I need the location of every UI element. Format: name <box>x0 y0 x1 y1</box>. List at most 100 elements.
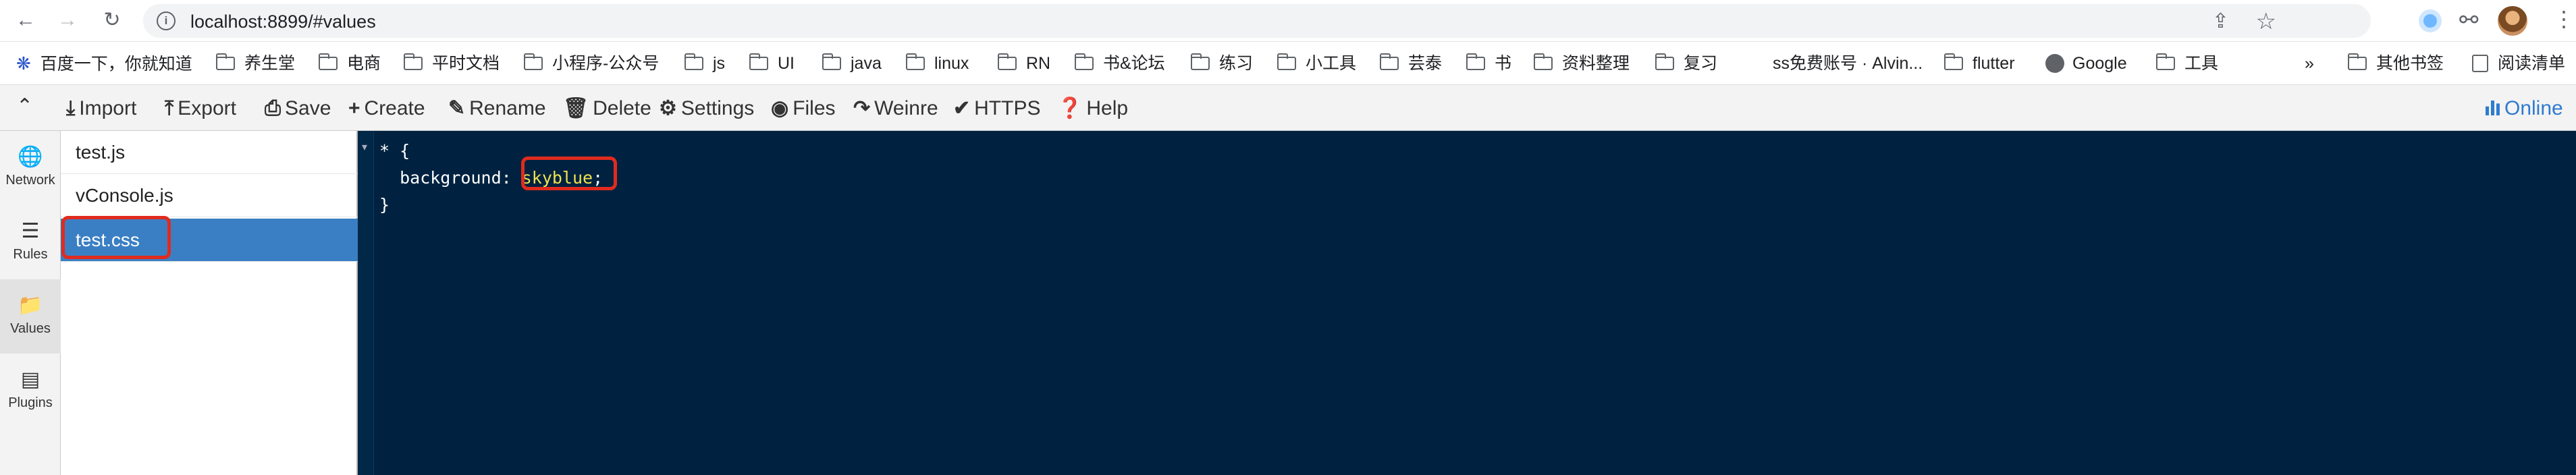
bookmark-star-icon[interactable]: ☆ <box>2256 8 2276 35</box>
bookmark-folder[interactable]: 芸泰 <box>1379 53 1442 74</box>
folder-icon <box>1655 53 1674 70</box>
settings-button[interactable]: ⚙ Settings <box>659 97 754 120</box>
folder-icon <box>822 53 841 70</box>
folder-icon <box>1466 53 1485 70</box>
share-icon[interactable]: ⇪ <box>2212 9 2229 33</box>
create-button[interactable]: + Create <box>348 97 425 120</box>
bookmark-folder[interactable]: 资料整理 <box>1533 53 1630 74</box>
folder-icon <box>1074 53 1094 70</box>
address-bar[interactable]: i localhost:8899/#values ⇪ ☆ <box>143 4 2371 38</box>
nav-item-rules[interactable]: ☰ Rules <box>0 205 61 279</box>
files-button[interactable]: ◉ Files <box>771 97 836 120</box>
folder-icon: 📁 <box>18 294 43 316</box>
list-icon: ☰ <box>21 220 40 242</box>
bookmark-folder[interactable]: 书&论坛 <box>1074 53 1165 74</box>
globe-icon <box>2045 54 2064 73</box>
fold-arrow-icon[interactable]: ▾ <box>362 140 367 154</box>
extensions-puzzle-icon[interactable]: ⚯ <box>2459 7 2479 34</box>
rename-button[interactable]: ✎ Rename <box>448 97 546 120</box>
bookmark-folder[interactable]: 小程序-公众号 <box>523 53 659 74</box>
https-button[interactable]: ✔ HTTPS <box>953 97 1040 120</box>
url-text: localhost:8899/#values <box>190 11 376 32</box>
folder-icon <box>215 53 235 70</box>
bookmark-baidu[interactable]: ❋ 百度一下，你就知道 <box>16 53 192 74</box>
bookmark-folder[interactable]: 工具 <box>2155 53 2218 74</box>
checkmark-icon: ✔ <box>953 97 971 119</box>
folder-icon <box>403 53 423 70</box>
globe-icon: 🌐 <box>18 146 43 168</box>
trash-icon: 🗑 <box>563 97 589 119</box>
help-icon: ❓ <box>1057 97 1083 119</box>
bookmark-folder[interactable]: 平时文档 <box>403 53 500 74</box>
site-info-icon[interactable]: i <box>157 11 176 30</box>
bookmark-folder[interactable]: 养生堂 <box>215 53 295 74</box>
folder-icon <box>1533 53 1553 70</box>
profile-avatar[interactable] <box>2498 6 2527 36</box>
app-toolbar: ⌃ ⤓ Import ⤒ Export ⎙ Save + Create ✎ Rename … <box>0 85 2576 131</box>
code-line: } <box>379 195 390 215</box>
paw-icon: ❋ <box>16 53 31 74</box>
bookmark-folder[interactable]: 复习 <box>1655 53 1717 74</box>
back-arrow-icon[interactable]: ← <box>12 7 39 34</box>
gear-icon: ⚙ <box>659 97 677 119</box>
reading-list-icon <box>2472 55 2488 72</box>
bookmark-folder[interactable]: RN <box>997 53 1050 74</box>
bookmark-folder[interactable]: js <box>684 53 725 74</box>
values-file-list: test.js vConsole.js test.css <box>61 131 358 475</box>
extension-icon[interactable] <box>2419 9 2442 32</box>
forward-arrow-icon[interactable]: → <box>54 7 81 34</box>
bookmarks-overflow-button[interactable]: » <box>2305 53 2314 74</box>
bookmark-ss-account[interactable]: ss免费账号 · Alvin... <box>1773 53 1923 74</box>
browser-menu-icon[interactable]: ⋮ <box>2553 5 2575 32</box>
bookmark-folder[interactable]: linux <box>905 53 969 74</box>
bookmark-folder[interactable]: 书 <box>1466 53 1511 74</box>
bookmark-folder[interactable]: 小工具 <box>1277 53 1356 74</box>
import-button[interactable]: ⤓ Import <box>66 97 136 120</box>
nav-item-values[interactable]: 📁 Values <box>0 279 61 354</box>
folder-icon <box>1379 53 1399 70</box>
code-editor[interactable]: ▾ * { background: skyblue;} <box>358 131 2576 475</box>
highlight-box-selected-file <box>61 216 171 259</box>
import-icon: ⤓ <box>66 97 76 119</box>
bookmark-folder[interactable]: 电商 <box>318 53 381 74</box>
nav-item-plugins[interactable]: ▤ Plugins <box>0 354 61 428</box>
nav-item-network[interactable]: 🌐 Network <box>0 131 61 205</box>
folder-icon <box>1190 53 1210 70</box>
list-item-file[interactable]: vConsole.js <box>61 174 358 217</box>
help-button[interactable]: ❓ Help <box>1057 97 1128 120</box>
folder-icon <box>523 53 543 70</box>
signal-icon <box>2486 101 2500 115</box>
delete-button[interactable]: 🗑 Delete <box>563 97 651 120</box>
bookmark-folder[interactable]: java <box>822 53 882 74</box>
reading-list[interactable]: 阅读清单 <box>2472 53 2565 74</box>
document-icon: ▤ <box>20 368 41 391</box>
bookmark-folder[interactable]: 练习 <box>1190 53 1253 74</box>
export-button[interactable]: ⤒ Export <box>165 97 236 120</box>
edit-icon: ✎ <box>448 97 466 119</box>
online-status[interactable]: Online <box>2486 97 2563 120</box>
folder-icon <box>318 53 338 70</box>
folder-icon <box>749 53 768 70</box>
list-item-file[interactable]: test.js <box>61 131 358 174</box>
folder-icon <box>905 53 925 70</box>
bookmark-folder[interactable]: UI <box>749 53 795 74</box>
left-nav: 🌐 Network ☰ Rules 📁 Values ▤ Plugins <box>0 131 61 475</box>
save-button[interactable]: ⎙ Save <box>265 97 331 120</box>
chevron-up-icon[interactable]: ⌃ <box>16 94 33 118</box>
folder-icon <box>997 53 1017 70</box>
bookmark-google[interactable]: Google <box>2045 53 2127 74</box>
export-icon: ⤒ <box>165 97 174 119</box>
folder-icon <box>684 53 703 70</box>
reload-icon[interactable]: ↻ <box>99 7 126 34</box>
browser-chrome: ← → ↻ i localhost:8899/#values ⇪ ☆ ⚯ ⋮ <box>0 0 2576 42</box>
weinre-icon: ↷ <box>853 97 871 119</box>
bookmark-folder[interactable]: flutter <box>1943 53 2015 74</box>
files-icon: ◉ <box>771 97 789 119</box>
bookmark-other[interactable]: 其他书签 <box>2347 53 2444 74</box>
highlight-box-css-value <box>521 157 617 190</box>
weinre-button[interactable]: ↷ Weinre <box>853 97 938 120</box>
folder-icon <box>2155 53 2175 70</box>
save-icon: ⎙ <box>265 97 281 119</box>
plus-icon: + <box>348 97 360 119</box>
folder-icon <box>2347 53 2367 70</box>
